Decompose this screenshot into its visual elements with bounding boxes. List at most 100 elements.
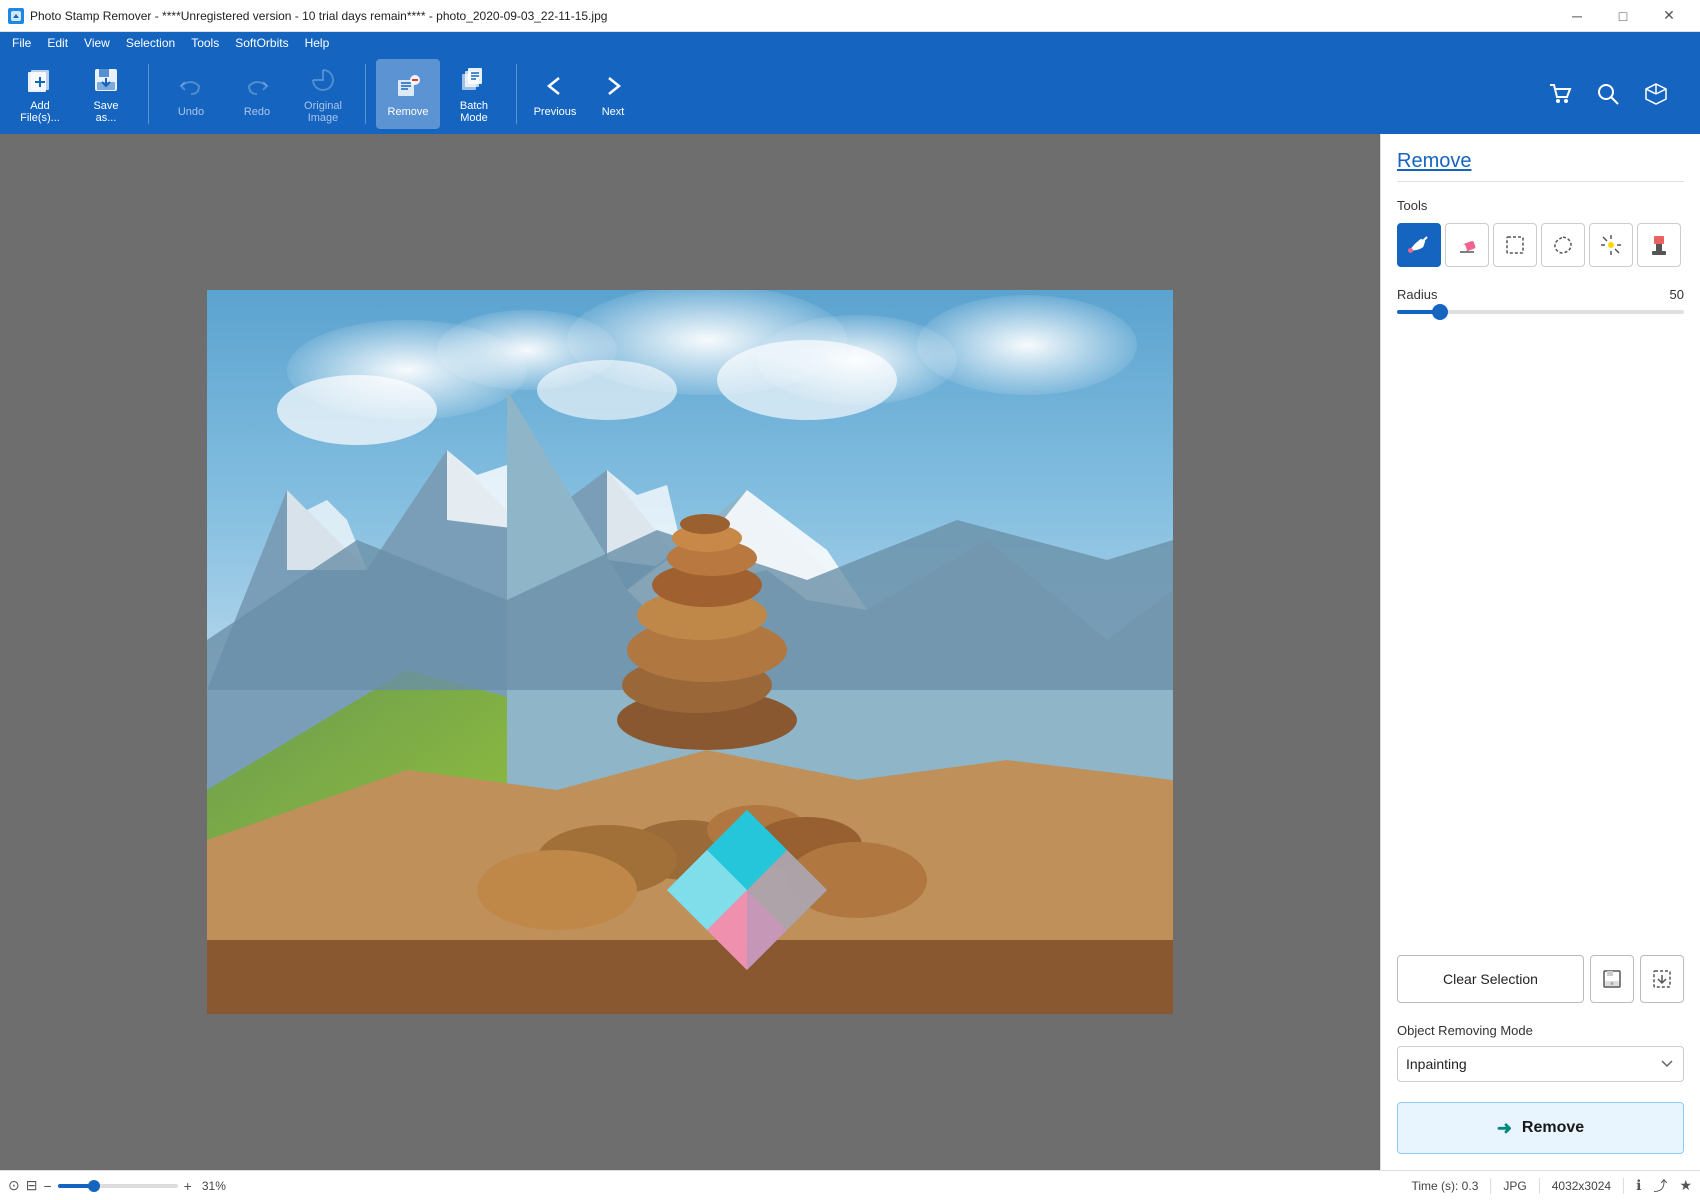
info-icon[interactable]: ℹ [1636, 1177, 1641, 1194]
menu-selection[interactable]: Selection [118, 34, 183, 52]
radius-label: Radius [1397, 287, 1437, 302]
clear-selection-row: Clear Selection [1397, 955, 1684, 1003]
minimize-button[interactable]: ─ [1554, 0, 1600, 32]
panel-spacer [1397, 338, 1684, 955]
original-image-label: OriginalImage [304, 100, 342, 124]
clear-selection-button[interactable]: Clear Selection [1397, 955, 1584, 1003]
menu-tools[interactable]: Tools [183, 34, 227, 52]
menu-file[interactable]: File [4, 34, 39, 52]
mode-select[interactable]: Inpainting Background Fill Content Aware [1397, 1046, 1684, 1082]
save-as-label: Saveas... [93, 100, 118, 124]
menu-bar: File Edit View Selection Tools SoftOrbit… [0, 32, 1700, 54]
title-bar-left: Photo Stamp Remover - ****Unregistered v… [8, 8, 607, 24]
previous-icon [539, 70, 571, 102]
menu-help[interactable]: Help [297, 34, 338, 52]
mode-select-row: Inpainting Background Fill Content Aware [1397, 1046, 1684, 1082]
cube-icon-button[interactable] [1636, 74, 1676, 114]
load-selection-button[interactable] [1640, 955, 1684, 1003]
magic-wand-button[interactable] [1589, 223, 1633, 267]
next-icon [597, 70, 629, 102]
dimensions-status: 4032x3024 [1552, 1179, 1611, 1193]
image-container: 2020 / 09 / 03 [207, 290, 1173, 1014]
time-status: Time (s): 0.3 [1411, 1179, 1478, 1193]
next-label: Next [602, 106, 625, 118]
previous-button[interactable]: Previous [527, 59, 583, 129]
history-group: Undo Redo OriginalImage [159, 59, 355, 129]
file-group: AddFile(s)... Saveas... [8, 59, 138, 129]
next-button[interactable]: Next [585, 59, 641, 129]
window-title: Photo Stamp Remover - ****Unregistered v… [30, 9, 607, 23]
photo-canvas[interactable]: 2020 / 09 / 03 [207, 290, 1173, 1014]
sep-2 [365, 64, 366, 124]
status-divider-3 [1623, 1178, 1624, 1194]
save-selection-button[interactable] [1590, 955, 1634, 1003]
original-image-button[interactable]: OriginalImage [291, 59, 355, 129]
canvas-area: 2020 / 09 / 03 [0, 134, 1380, 1170]
redo-icon [241, 70, 273, 102]
right-panel: Remove Tools [1380, 134, 1700, 1170]
slider-row: Radius 50 [1397, 287, 1684, 302]
menu-view[interactable]: View [76, 34, 118, 52]
search-icon-button[interactable] [1588, 74, 1628, 114]
remove-arrow-icon: ➜ [1497, 1118, 1512, 1139]
brush-tool-button[interactable] [1397, 223, 1441, 267]
tools-label: Tools [1397, 198, 1684, 213]
toolbar: AddFile(s)... Saveas... [0, 54, 1700, 134]
tools-row [1397, 223, 1684, 267]
remove-toolbar-label: Remove [388, 106, 429, 118]
cart-icon-button[interactable] [1540, 74, 1580, 114]
zoom-out-icon[interactable]: − [43, 1178, 51, 1194]
close-button[interactable]: ✕ [1646, 0, 1692, 32]
eraser-tool-button[interactable] [1445, 223, 1489, 267]
format-status: JPG [1503, 1179, 1526, 1193]
undo-label: Undo [178, 106, 204, 118]
zoom-frame-icon[interactable]: ⊟ [26, 1177, 38, 1194]
title-bar: Photo Stamp Remover - ****Unregistered v… [0, 0, 1700, 32]
stamp-tool-button[interactable] [1637, 223, 1681, 267]
zoom-slider[interactable] [58, 1184, 178, 1188]
save-as-button[interactable]: Saveas... [74, 59, 138, 129]
undo-icon [175, 70, 207, 102]
sep-1 [148, 64, 149, 124]
menu-edit[interactable]: Edit [39, 34, 76, 52]
title-bar-controls: ─ □ ✕ [1554, 0, 1692, 32]
rect-select-button[interactable] [1493, 223, 1537, 267]
previous-label: Previous [534, 106, 577, 118]
radius-value: 50 [1670, 287, 1684, 302]
add-files-button[interactable]: AddFile(s)... [8, 59, 72, 129]
panel-title: Remove [1397, 150, 1684, 182]
menu-softorbits[interactable]: SoftOrbits [227, 34, 296, 52]
zoom-value: 31% [202, 1179, 226, 1193]
remove-button-toolbar[interactable]: Remove [376, 59, 440, 129]
undo-button[interactable]: Undo [159, 59, 223, 129]
star-icon[interactable]: ★ [1679, 1177, 1692, 1194]
batch-mode-label: BatchMode [460, 100, 488, 124]
batch-mode-icon [458, 64, 490, 96]
sep-3 [516, 64, 517, 124]
status-left: ⊙ ⊟ − + 31% [8, 1177, 226, 1194]
action-group: Remove BatchMode [376, 59, 506, 129]
status-divider-1 [1490, 1178, 1491, 1194]
zoom-thumb[interactable] [88, 1180, 100, 1192]
lasso-select-button[interactable] [1541, 223, 1585, 267]
status-divider-2 [1539, 1178, 1540, 1194]
redo-button[interactable]: Redo [225, 59, 289, 129]
main-layout: 2020 / 09 / 03 Remove Tools [0, 134, 1700, 1170]
remove-action-button[interactable]: ➜ Remove [1397, 1102, 1684, 1154]
radius-slider-track[interactable] [1397, 310, 1684, 314]
add-files-label: AddFile(s)... [20, 100, 60, 124]
remove-button-label: Remove [1522, 1119, 1584, 1137]
toolbar-right-icons [1540, 74, 1692, 114]
maximize-button[interactable]: □ [1600, 0, 1646, 32]
zoom-in-icon[interactable]: + [184, 1178, 192, 1194]
nav-group: Previous Next [527, 59, 641, 129]
zoom-fit-icon[interactable]: ⊙ [8, 1177, 20, 1194]
slider-thumb[interactable] [1432, 304, 1448, 320]
batch-mode-button[interactable]: BatchMode [442, 59, 506, 129]
add-files-icon [24, 64, 56, 96]
share-icon[interactable]: ⤴ [1653, 1176, 1667, 1196]
save-icon [90, 64, 122, 96]
remove-icon [392, 70, 424, 102]
radius-slider-container: Radius 50 [1397, 287, 1684, 314]
app-icon [8, 8, 24, 24]
